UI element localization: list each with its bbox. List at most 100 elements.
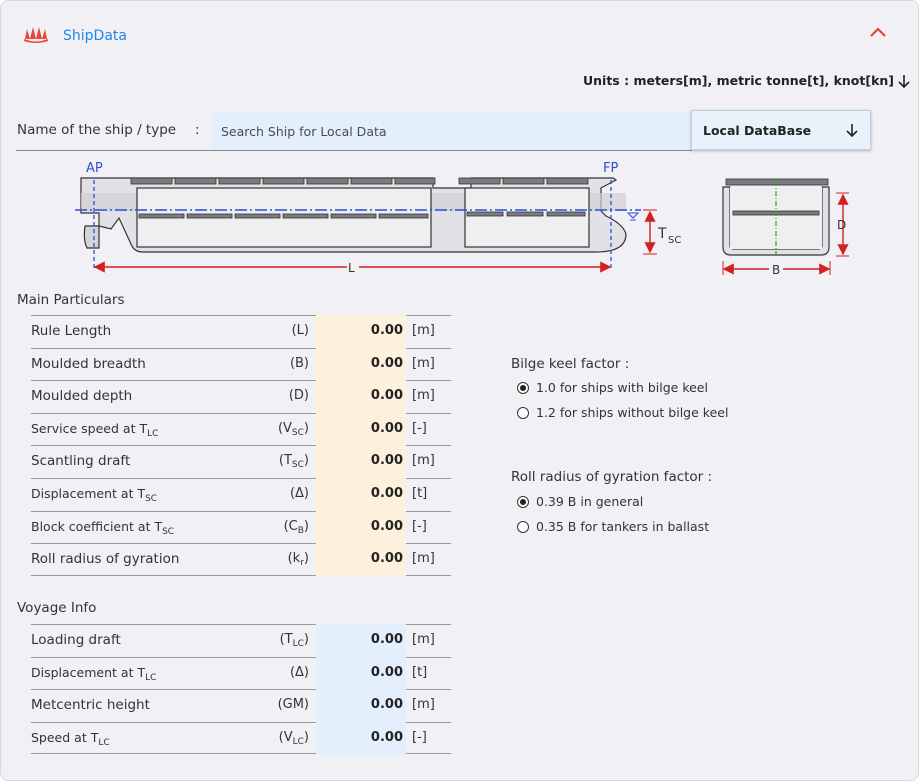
row-value: 0.00 [370,420,403,436]
database-select[interactable]: Local DataBase [691,110,871,150]
row-value: 0.00 [370,518,403,534]
radio-label: 1.0 for ships with bilge keel [536,380,708,395]
row-label: Speed at TLC [31,729,110,748]
row-symbol: (kr) [287,551,309,569]
row-unit: [m] [412,551,435,567]
row-label: Block coefficient at TSC [31,518,175,537]
row-symbol: (CB) [283,518,309,536]
panel-title: ShipData [63,28,127,44]
row-value: 0.00 [370,551,403,567]
row-unit: [m] [412,388,435,404]
table-row: Block coefficient at TSC (CB) 0.00 [-] [31,510,451,544]
table-row: Metcentric height (GM) 0.00 [m] [31,689,451,723]
row-unit: [m] [412,355,435,371]
value-input[interactable]: 0.00 [316,477,406,511]
fp-label: FP [603,161,618,176]
row-symbol: (TLC) [279,632,309,649]
value-input[interactable]: 0.00 [316,656,406,690]
row-label: Displacement at TLC [31,664,157,683]
ap-label: AP [86,161,103,176]
row-symbol: (Δ) [289,664,309,680]
value-input[interactable]: 0.00 [316,380,406,414]
ship-name-colon: : [195,122,200,138]
row-unit: [-] [412,420,427,436]
row-value: 0.00 [370,632,403,647]
breadth-label: B [772,263,780,277]
length-label: L [348,261,355,275]
radio-button[interactable] [517,496,529,508]
table-row: Rule Length (L) 0.00 [m] [31,315,451,348]
voyage-info-title: Voyage Info [17,600,97,616]
ship-name-underline [16,150,692,151]
row-value: 0.00 [370,485,403,501]
table-row: Roll radius of gyration (kr) 0.00 [m] [31,543,451,577]
row-value: 0.00 [370,388,403,404]
midship-section-diagram: D B [722,178,849,277]
depth-label: D [837,218,846,232]
value-input[interactable]: 0.00 [316,721,406,755]
main-particulars-table: Rule Length (L) 0.00 [m] Moulded breadth (B) 0… [31,315,451,577]
table-row: Displacement at TLC (Δ) 0.00 [t] [31,656,451,690]
table-row: Moulded depth (D) 0.00 [m] [31,380,451,414]
row-value: 0.00 [370,323,403,338]
value-input[interactable]: 0.00 [316,412,406,446]
radio-button[interactable] [517,521,529,533]
radio-label: 0.39 B in general [536,494,644,509]
row-value: 0.00 [370,729,403,745]
row-label: Moulded breadth [31,355,146,372]
table-row: Displacement at TSC (Δ) 0.00 [t] [31,477,451,511]
row-label: Displacement at TSC [31,485,158,504]
row-symbol: (Δ) [289,485,309,501]
draft-sub-label: SC [668,235,681,246]
row-label: Service speed at TLC [31,420,159,439]
row-label: Scantling draft [31,453,131,470]
draft-label: T [657,226,667,242]
table-row: Scantling draft (TSC) 0.00 [m] [31,445,451,479]
table-row: Loading draft (TLC) 0.00 [m] [31,624,451,657]
chevron-up-icon[interactable] [867,23,889,41]
value-input[interactable]: 0.00 [316,347,406,381]
row-symbol: (TSC) [278,453,309,471]
row-label: Loading draft [31,632,121,648]
row-label: Moulded depth [31,388,133,405]
table-row: Moulded breadth (B) 0.00 [m] [31,347,451,381]
row-value: 0.00 [370,453,403,469]
radio-label: 1.2 for ships without bilge keel [536,405,729,420]
row-unit: [-] [412,729,427,745]
row-symbol: (VLC) [278,729,309,747]
value-input[interactable]: 0.00 [316,510,406,544]
row-unit: [-] [412,518,427,534]
roll-radius-title: Roll radius of gyration factor : [511,469,713,485]
row-symbol: (D) [288,388,309,404]
row-unit: [m] [412,632,435,647]
shipdata-panel: ShipData Units : meters[m], metric tonne… [0,0,919,781]
row-value: 0.00 [370,355,403,371]
row-unit: [m] [412,697,435,713]
row-unit: [m] [412,453,435,469]
row-symbol: (L) [291,323,309,338]
ship-logo-icon [24,27,48,43]
bilge-keel-title: Bilge keel factor : [511,356,630,372]
row-value: 0.00 [370,697,403,713]
row-label: Rule Length [31,323,112,339]
row-value: 0.00 [370,664,403,680]
value-input[interactable]: 0.00 [316,689,406,723]
value-input[interactable]: 0.00 [316,543,406,577]
value-input[interactable]: 0.00 [316,315,406,348]
row-label: Metcentric height [31,697,150,714]
radio-label: 0.35 B for tankers in ballast [536,519,710,534]
radio-button[interactable] [517,407,529,419]
value-input[interactable]: 0.00 [316,445,406,479]
table-row: Service speed at TLC (VSC) 0.00 [-] [31,412,451,446]
arrow-down-icon[interactable] [897,73,911,89]
row-symbol: (VSC) [277,420,309,438]
radio-button[interactable] [517,382,529,394]
row-unit: [m] [412,323,435,338]
row-unit: [t] [412,664,428,680]
row-symbol: (B) [289,355,309,371]
row-unit: [t] [412,485,428,501]
ship-search-input[interactable] [211,112,692,150]
table-row: Speed at TLC (VLC) 0.00 [-] [31,721,451,755]
value-input[interactable]: 0.00 [316,624,406,657]
main-particulars-title: Main Particulars [17,292,125,308]
